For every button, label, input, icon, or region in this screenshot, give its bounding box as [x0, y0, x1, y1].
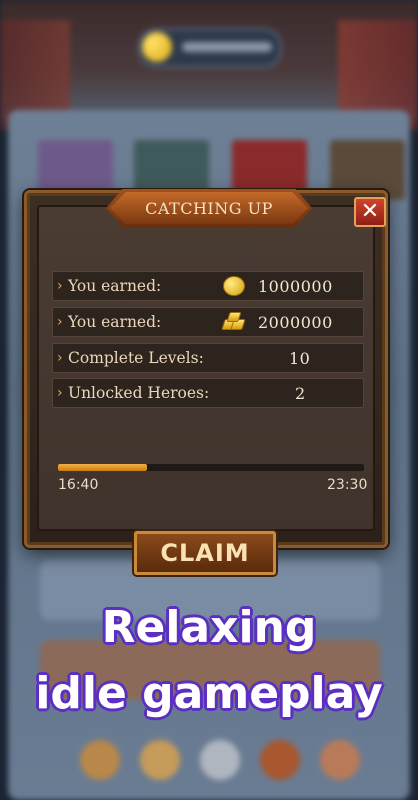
row-label: Complete Levels:	[68, 349, 204, 367]
gold-bars-icon	[221, 312, 246, 330]
progress-bar	[58, 464, 364, 471]
chevron-right-icon: ›	[57, 314, 63, 330]
row-value: 10	[289, 349, 311, 368]
currency-pill	[138, 28, 282, 68]
claim-button[interactable]: CLAIM	[134, 531, 276, 575]
menu-icon	[320, 740, 360, 780]
close-button[interactable]: ✕	[354, 197, 386, 227]
promo-line-2: idle gameplay	[35, 668, 383, 719]
complete-levels-row: › Complete Levels: 10	[52, 343, 364, 373]
progress-end-time: 23:30	[327, 477, 368, 493]
progress-start-time: 16:40	[58, 477, 99, 493]
row-label: You earned:	[68, 277, 162, 295]
row-value: 2000000	[258, 313, 333, 332]
progress-fill	[58, 464, 147, 471]
chevron-right-icon: ›	[57, 350, 63, 366]
reward-row-coins: › You earned: 1000000	[52, 271, 364, 301]
promo-line-1: Relaxing	[101, 602, 317, 653]
gold-coin-icon	[223, 276, 245, 296]
chevron-right-icon: ›	[57, 278, 63, 294]
row-value: 1000000	[258, 277, 333, 296]
menu-icon	[140, 740, 180, 780]
menu-icon	[260, 740, 300, 780]
chevron-right-icon: ›	[57, 385, 63, 401]
unlocked-heroes-row: › Unlocked Heroes: 2	[52, 378, 364, 408]
menu-icon	[80, 740, 120, 780]
dialog-title: CATCHING UP	[110, 192, 308, 224]
menu-icon	[200, 740, 240, 780]
row-value: 2	[295, 384, 306, 403]
row-label: Unlocked Heroes:	[68, 384, 210, 402]
coin-icon	[142, 32, 172, 62]
row-label: You earned:	[68, 313, 162, 331]
reward-row-gold: › You earned: 2000000	[52, 307, 364, 337]
currency-amount-blurred	[182, 42, 272, 52]
